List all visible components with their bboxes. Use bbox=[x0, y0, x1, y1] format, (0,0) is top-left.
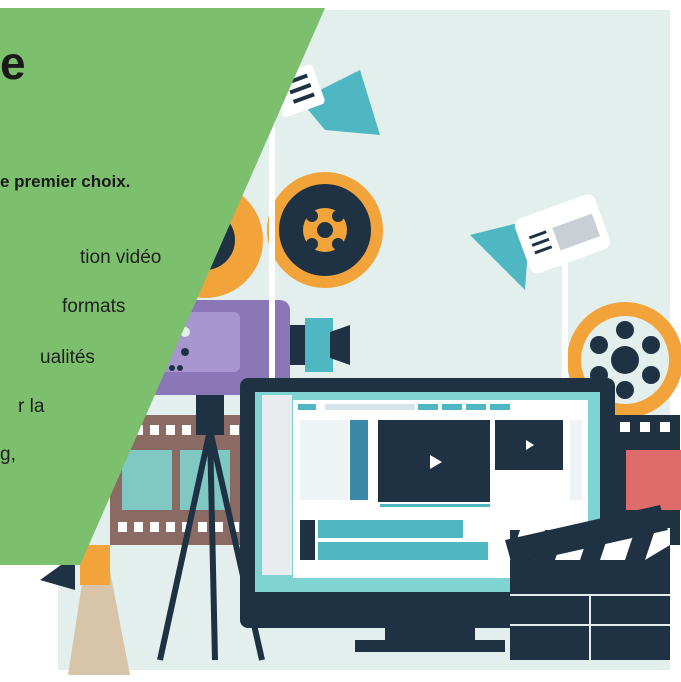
body-line-5: g, bbox=[0, 444, 16, 465]
body-line-1: tion vidéo bbox=[80, 247, 162, 268]
headline-text: e bbox=[0, 37, 26, 89]
tagline-text: e premier choix. bbox=[0, 172, 131, 191]
body-line-2: formats bbox=[62, 296, 126, 317]
video-editing-illustration bbox=[0, 0, 681, 675]
body-line-3: ualités bbox=[40, 347, 95, 368]
body-line-4: r la bbox=[18, 396, 45, 417]
